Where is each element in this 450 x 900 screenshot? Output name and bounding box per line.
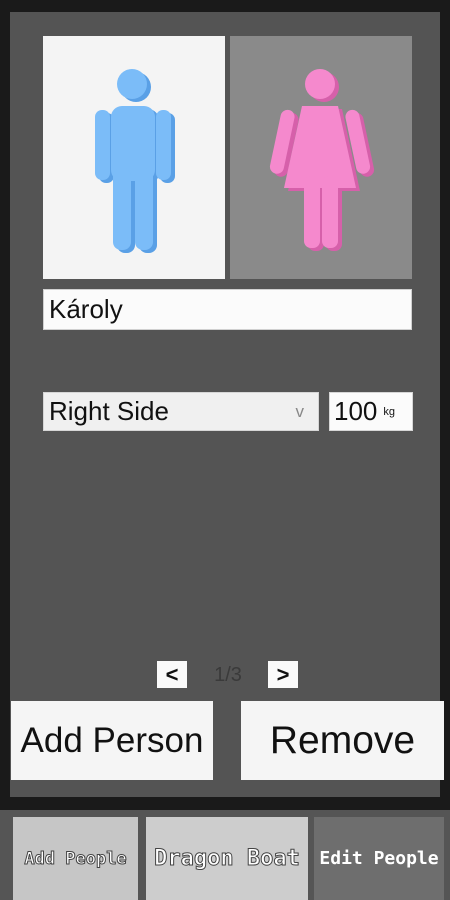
add-person-button[interactable]: Add Person — [11, 701, 213, 780]
male-figure-icon — [95, 69, 175, 253]
tab-dragon-boat[interactable]: Dragon Boat — [146, 817, 308, 900]
male-gender-button[interactable] — [43, 36, 225, 279]
weight-value: 100 — [334, 396, 378, 426]
next-person-button[interactable]: > — [268, 661, 298, 688]
female-figure-icon — [269, 69, 375, 251]
previous-person-button[interactable]: < — [157, 661, 187, 688]
female-gender-button[interactable] — [230, 36, 412, 279]
weight-field[interactable]: 100 kg — [329, 392, 413, 431]
app-frame: Right Side v 100 kg < 1/3 > Add Person R… — [0, 0, 450, 900]
chevron-down-icon: v — [295, 401, 305, 421]
paddle-side-dropdown[interactable]: Right Side v — [43, 392, 319, 431]
paddle-side-value: Right Side — [49, 396, 169, 426]
person-name-input[interactable] — [43, 289, 412, 330]
page-indicator: 1/3 — [214, 664, 242, 686]
edit-person-panel: Right Side v 100 kg < 1/3 > Add Person R… — [10, 12, 444, 797]
weight-unit: kg — [383, 405, 396, 418]
tab-edit-people[interactable]: Edit People — [314, 817, 444, 900]
tab-add-people[interactable]: Add People — [13, 817, 138, 900]
bottom-tab-bar: Add People Dragon Boat Edit People — [0, 810, 450, 900]
remove-button[interactable]: Remove — [241, 701, 444, 780]
